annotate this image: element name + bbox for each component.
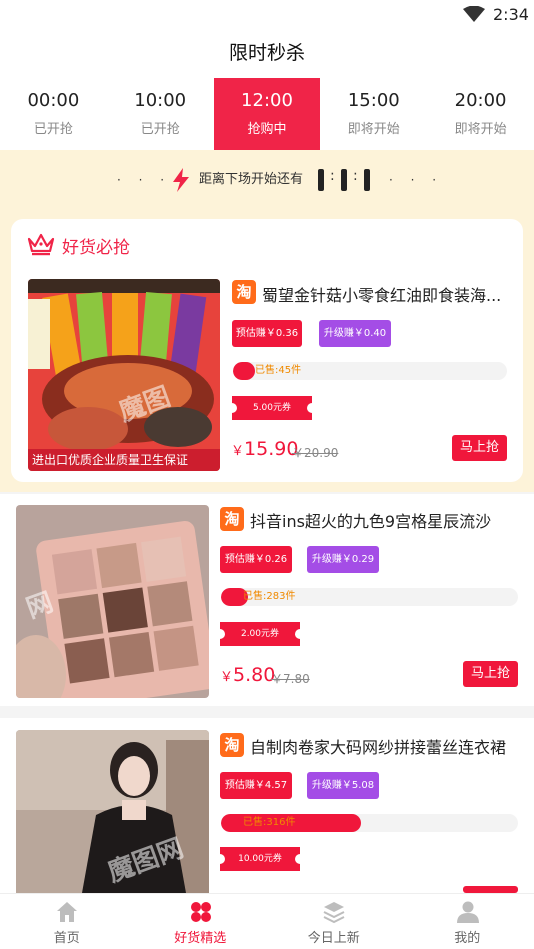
sold-count: 已售:45件 xyxy=(255,365,302,376)
tab-2000[interactable]: 20:00 即将开始 xyxy=(427,78,534,150)
status-bar: 2:34 xyxy=(0,0,534,30)
estimate-tag: 预估赚￥0.36 xyxy=(232,320,302,347)
product-title[interactable]: 抖音ins超火的九色9宫格星辰流沙 xyxy=(250,508,520,532)
tab-time: 00:00 xyxy=(27,90,80,111)
tab-time: 20:00 xyxy=(454,90,507,111)
sold-progress: 已售:316件 xyxy=(221,814,518,832)
home-icon xyxy=(57,902,77,922)
estimate-tag: 预估赚￥4.57 xyxy=(220,772,292,799)
image-caption: 进出口优质企业质量卫生保证 xyxy=(32,453,189,467)
decorative-dots: · · · xyxy=(117,173,172,187)
product-image[interactable]: 魔图网 xyxy=(16,730,209,893)
time-tabs: 00:00 已开抢 10:00 已开抢 12:00 抢购中 15:00 即将开始… xyxy=(0,78,534,158)
nav-label: 今日上新 xyxy=(307,931,360,946)
sale-price: ￥5.80 xyxy=(220,664,275,686)
tab-1500[interactable]: 15:00 即将开始 xyxy=(320,78,427,150)
coupon-badge[interactable]: 10.00元券 xyxy=(215,847,305,871)
buy-button[interactable]: 马上抢 xyxy=(463,661,518,687)
nav-label: 我的 xyxy=(454,931,481,946)
buy-button[interactable] xyxy=(463,886,518,893)
taobao-icon: 淘 xyxy=(220,733,244,757)
countdown-digit xyxy=(364,169,370,191)
tab-1200-active[interactable]: 12:00 抢购中 xyxy=(213,78,321,158)
nav-label: 好货精选 xyxy=(174,931,227,946)
bottom-nav: 首页 好货精选 今日上新 我的 xyxy=(0,893,534,949)
taobao-icon: 淘 xyxy=(220,507,244,531)
page-title: 限时秒杀 xyxy=(228,42,305,64)
tab-status: 即将开始 xyxy=(454,122,507,137)
title-bar: 限时秒杀 xyxy=(0,30,534,78)
countdown-digit xyxy=(341,169,347,191)
countdown-digit xyxy=(318,169,324,191)
layers-icon xyxy=(323,902,345,924)
nav-home[interactable]: 首页 xyxy=(0,894,134,949)
estimate-tag: 预估赚￥0.26 xyxy=(220,546,292,573)
coupon-badge[interactable]: 2.00元券 xyxy=(215,622,305,646)
snack-image xyxy=(28,279,220,471)
tab-1000[interactable]: 10:00 已开抢 xyxy=(107,78,214,150)
sold-progress-fill xyxy=(233,362,255,380)
countdown-colon: : xyxy=(353,168,358,184)
tab-0000[interactable]: 00:00 已开抢 xyxy=(0,78,107,150)
nav-label: 首页 xyxy=(53,931,80,946)
tab-status: 抢购中 xyxy=(247,122,287,137)
tab-status: 即将开始 xyxy=(347,122,400,137)
product-image[interactable]: 进出口优质企业质量卫生保证 魔图 xyxy=(28,279,220,471)
tab-status: 已开抢 xyxy=(140,122,180,137)
decorative-dots: · · · xyxy=(389,173,444,187)
product-image[interactable]: 网 xyxy=(16,505,209,698)
sale-price: ￥15.90 xyxy=(231,438,298,460)
tab-status: 已开抢 xyxy=(33,122,73,137)
coupon-badge[interactable]: 5.00元券 xyxy=(227,396,317,420)
buy-button[interactable]: 马上抢 xyxy=(452,435,507,461)
section-title: 好货必抢 xyxy=(62,238,130,258)
upgrade-tag: 升级赚￥0.29 xyxy=(307,546,379,573)
sold-progress: 已售:45件 xyxy=(233,362,507,380)
upgrade-tag: 升级赚￥5.08 xyxy=(307,772,379,799)
countdown-colon: : xyxy=(330,168,335,184)
nav-new-today[interactable]: 今日上新 xyxy=(267,894,401,949)
upgrade-tag: 升级赚￥0.40 xyxy=(319,320,391,347)
crown-icon xyxy=(27,233,55,256)
product-title[interactable]: 蜀望金针菇小零食红油即食装海... xyxy=(262,282,512,306)
tab-time: 10:00 xyxy=(134,90,187,111)
original-price: ￥20.90 xyxy=(292,446,339,460)
price-value: 5.80 xyxy=(233,664,276,686)
lightning-icon xyxy=(173,168,189,192)
price-value: 15.90 xyxy=(244,438,299,460)
tab-time: 12:00 xyxy=(241,90,293,111)
product-title[interactable]: 自制肉卷家大码网纱拼接蕾丝连衣裙 xyxy=(250,734,520,758)
nav-featured[interactable]: 好货精选 xyxy=(134,894,268,949)
sold-count: 已售:283件 xyxy=(243,591,296,602)
sold-count: 已售:316件 xyxy=(243,817,296,828)
original-price: ￥7.80 xyxy=(271,672,310,686)
nav-mine[interactable]: 我的 xyxy=(401,894,534,949)
clover-icon xyxy=(190,902,211,922)
currency-symbol: ￥ xyxy=(231,444,245,459)
countdown-bar: · · · 距离下场开始还有 : : · · · xyxy=(0,164,534,196)
countdown-label: 距离下场开始还有 xyxy=(199,172,304,187)
currency-symbol: ￥ xyxy=(220,670,234,685)
status-time: 2:34 xyxy=(493,5,529,24)
user-icon xyxy=(456,901,479,923)
tab-time: 15:00 xyxy=(347,90,400,111)
sold-progress: 已售:283件 xyxy=(221,588,518,606)
wifi-icon xyxy=(463,6,485,22)
taobao-icon: 淘 xyxy=(232,280,256,304)
